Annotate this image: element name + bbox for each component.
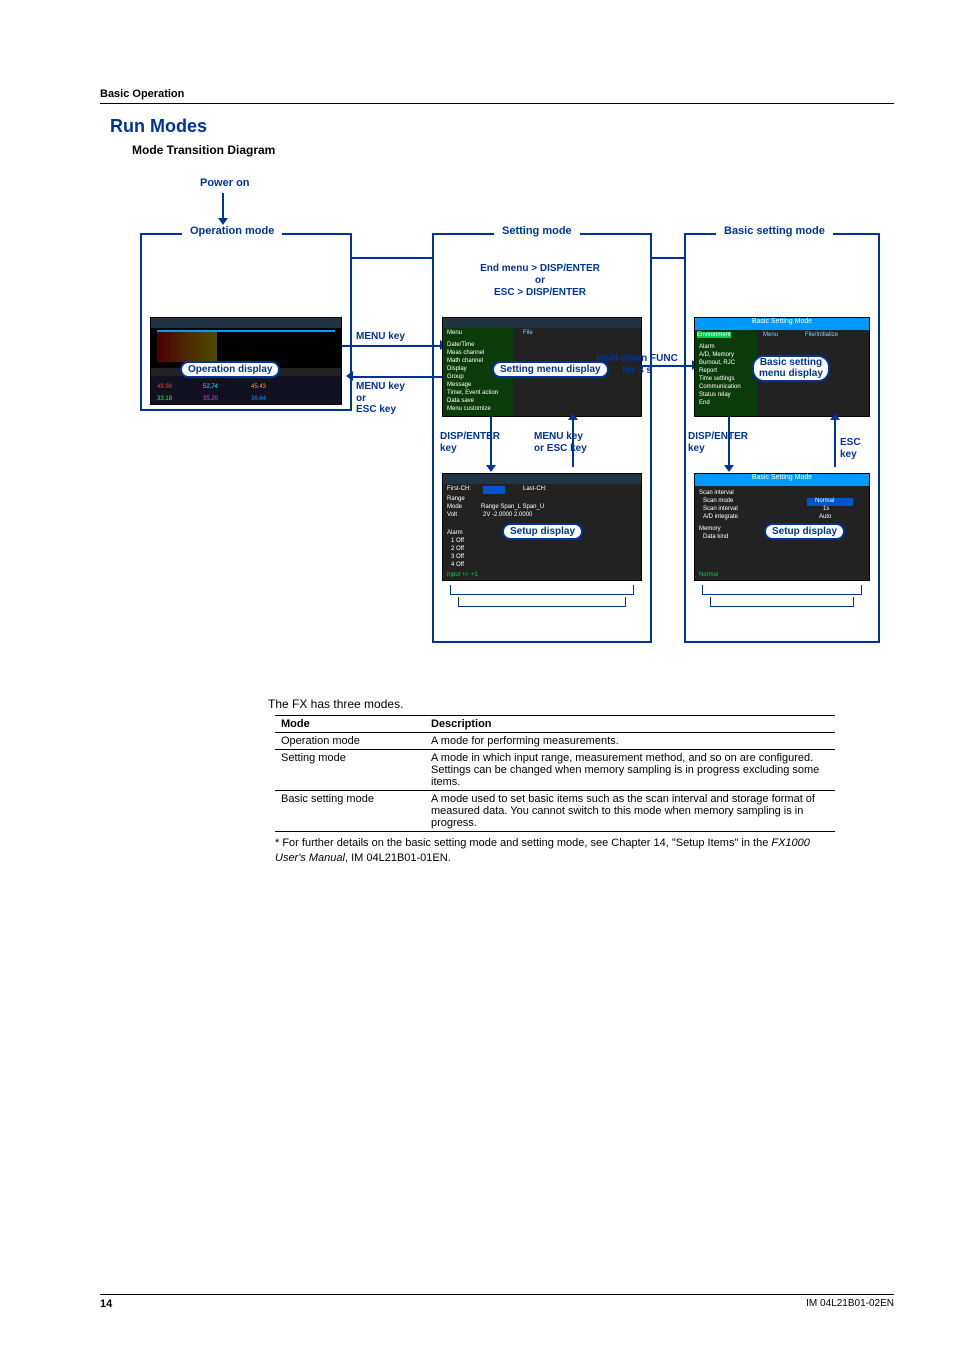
page-footer: 14 IM 04L21B01-02EN [100, 1294, 894, 1310]
table-row: Setting mode A mode in which input range… [275, 750, 835, 791]
hold-down-func-label: Hold down FUNC for 3 s [594, 353, 680, 377]
table-row: Operation mode A mode for performing mea… [275, 733, 835, 750]
setup-display-pill-1: Setup display [502, 523, 583, 540]
basic-setting-menu-display-pill: Basic setting menu display [752, 355, 830, 382]
intro-text: The FX has three modes. [268, 697, 894, 711]
end-menu-label: End menu > DISP/ENTER or ESC > DISP/ENTE… [450, 263, 630, 299]
menu-key-label-top: MENU key [356, 331, 405, 343]
disp-enter-key-label-2: DISP/ENTERkey [688, 431, 748, 455]
run-modes-heading: Run Modes [110, 116, 894, 137]
mode-transition-subheading: Mode Transition Diagram [132, 143, 894, 157]
power-on-label: Power on [200, 177, 250, 189]
arrow-icon [222, 193, 224, 219]
setting-menu-display-pill: Setting menu display [492, 361, 609, 378]
setting-mode-header: Setting mode [494, 225, 580, 237]
table-row: Basic setting mode A mode used to set ba… [275, 791, 835, 832]
page-number: 14 [100, 1298, 112, 1310]
modes-table: Mode Description Operation mode A mode f… [275, 715, 835, 832]
menu-key-or-esc-label: MENU key or ESC key [356, 381, 405, 416]
mode-transition-diagram: Power on Operation mode Setting mode Bas… [140, 177, 880, 677]
doc-id: IM 04L21B01-02EN [806, 1298, 894, 1310]
col-mode: Mode [275, 716, 425, 733]
operation-display-pill: Operation display [180, 361, 280, 378]
disp-enter-key-label-1: DISP/ENTERkey [440, 431, 500, 455]
footnote: * For further details on the basic setti… [275, 836, 835, 866]
col-desc: Description [425, 716, 835, 733]
setup-display-pill-2: Setup display [764, 523, 845, 540]
esc-key-label: ESC key [840, 437, 880, 461]
section-title: Basic Operation [100, 88, 894, 104]
menu-or-esc-key-label: MENU keyor ESC key [534, 431, 587, 455]
basic-setting-mode-header: Basic setting mode [716, 225, 833, 237]
operation-mode-header: Operation mode [182, 225, 282, 237]
